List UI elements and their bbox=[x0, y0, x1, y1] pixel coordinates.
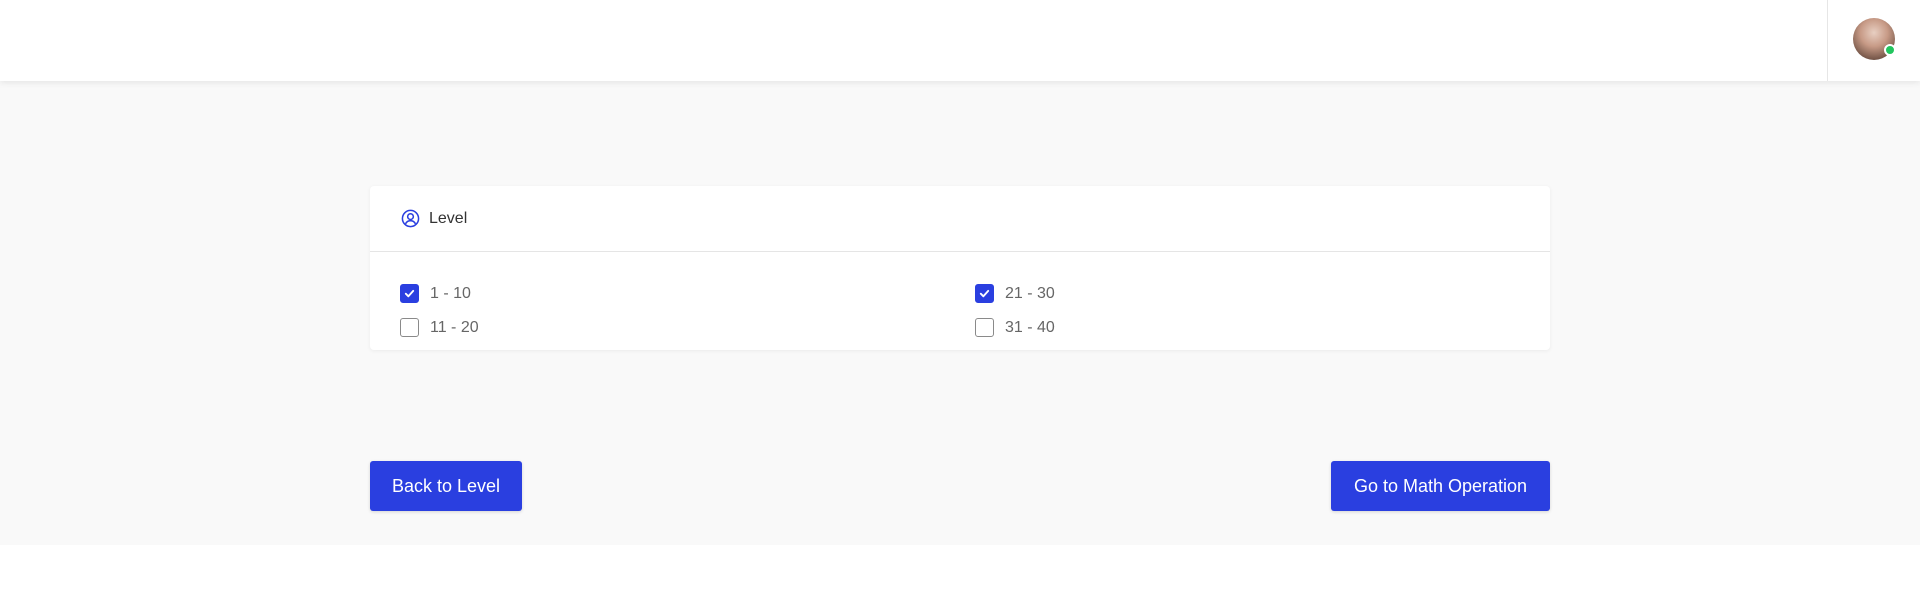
level-option-31-40[interactable]: 31 - 40 bbox=[975, 318, 1055, 337]
level-option-1-10[interactable]: 1 - 10 bbox=[400, 284, 471, 303]
level-panel-title: Level bbox=[429, 209, 468, 227]
level-panel: Level 1 - 10 21 - 30 11 - 20 31 - 40 bbox=[370, 186, 1550, 350]
checkbox-checked[interactable] bbox=[975, 284, 994, 303]
level-option-label: 11 - 20 bbox=[430, 318, 479, 336]
go-to-math-operation-button[interactable]: Go to Math Operation bbox=[1331, 461, 1550, 511]
top-navbar bbox=[0, 0, 1920, 81]
online-status-dot bbox=[1884, 44, 1896, 56]
checkbox-unchecked[interactable] bbox=[975, 318, 994, 337]
level-option-label: 1 - 10 bbox=[430, 284, 471, 302]
level-option-21-30[interactable]: 21 - 30 bbox=[975, 284, 1055, 303]
main-content: Level 1 - 10 21 - 30 11 - 20 31 - 40 Bac… bbox=[0, 81, 1920, 545]
user-avatar[interactable] bbox=[1853, 18, 1896, 60]
checkbox-checked[interactable] bbox=[400, 284, 419, 303]
navbar-divider bbox=[1827, 0, 1828, 81]
level-option-11-20[interactable]: 11 - 20 bbox=[400, 318, 479, 337]
level-option-label: 21 - 30 bbox=[1005, 284, 1055, 302]
back-to-level-button[interactable]: Back to Level bbox=[370, 461, 522, 511]
level-panel-header: Level bbox=[370, 186, 1550, 252]
level-options: 1 - 10 21 - 30 11 - 20 31 - 40 bbox=[370, 252, 1550, 349]
check-icon bbox=[979, 289, 990, 298]
level-option-label: 31 - 40 bbox=[1005, 318, 1055, 336]
checkbox-unchecked[interactable] bbox=[400, 318, 419, 337]
level-selection-card: Level 1 - 10 21 - 30 11 - 20 31 - 40 Bac… bbox=[370, 186, 1550, 511]
check-icon bbox=[404, 289, 415, 298]
user-circle-icon bbox=[401, 209, 420, 228]
